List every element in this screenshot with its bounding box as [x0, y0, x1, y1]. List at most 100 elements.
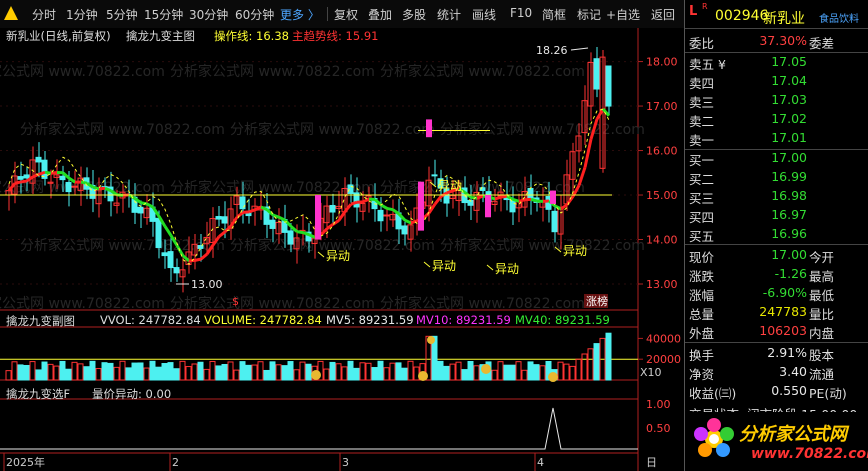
add-watchlist-button[interactable]: +自选	[606, 6, 640, 23]
period-tab-1min[interactable]: 1分钟	[66, 6, 98, 23]
stats-button[interactable]: 统计	[437, 6, 461, 23]
money-bag-icon	[311, 370, 321, 380]
volume-value: VOLUME: 247782.84	[204, 313, 322, 327]
trend-line-segment	[392, 208, 400, 216]
period-tab-30min[interactable]: 30分钟	[189, 6, 228, 23]
candle-body	[527, 187, 534, 200]
sell-level-1: 卖一 17.01	[685, 129, 868, 148]
row-label: 买一	[689, 153, 715, 168]
stat-row-4: 外盘 106203 内盘	[685, 322, 868, 341]
date-axis-label: 2025年	[6, 455, 45, 469]
volume-bar	[335, 363, 342, 381]
row-label: 换手	[689, 348, 715, 363]
main-chart-title: 新乳业(日线,前复权)	[6, 29, 111, 43]
main-indicator-name[interactable]: 擒龙九变主图	[126, 28, 195, 44]
candle-body	[329, 204, 336, 213]
money-bag-icon	[481, 364, 491, 374]
high-price-label: 18.26	[536, 44, 568, 57]
sector-tag[interactable]: 食品饮料	[819, 10, 859, 25]
highlight-candle	[418, 181, 424, 231]
trend-line-segment	[80, 180, 88, 185]
price-axis-label: 16.00	[646, 145, 678, 158]
stock-code: 002946	[715, 8, 769, 24]
watermark-text: 分析家公式网 www.70822.com	[380, 295, 585, 312]
volume-bar	[209, 360, 216, 381]
simple-frame-button[interactable]: 简框	[542, 6, 566, 23]
weicha-label: 委差	[809, 36, 835, 51]
watermark-text: 分析家公式网 www.70822.com	[440, 237, 645, 254]
volume-bar	[557, 361, 564, 381]
period-tab-15min[interactable]: 15分钟	[144, 6, 183, 23]
overlay-button[interactable]: 叠加	[368, 6, 392, 23]
row-value: 17.05	[771, 54, 807, 69]
trend-line-segment	[278, 215, 286, 222]
watermark-text: 分析家公式网 www.70822.com	[0, 63, 165, 80]
vol-axis-label: 40000	[646, 332, 681, 345]
candle-body	[377, 209, 384, 222]
volume-bar	[281, 365, 288, 381]
volume-bar	[215, 365, 222, 381]
sel-signal-line	[0, 407, 638, 450]
back-button[interactable]: 返回	[651, 6, 675, 23]
row-label-2: 今开	[809, 250, 835, 265]
period-tab-60min[interactable]: 60分钟	[235, 6, 274, 23]
period-tab-fenshi[interactable]: 分时	[32, 6, 56, 23]
volume-bar	[329, 361, 336, 381]
trend-line-segment	[200, 252, 208, 261]
sel-indicator-name[interactable]: 擒龙九变选F	[6, 386, 70, 402]
volume-bar	[581, 353, 588, 381]
sel-value: 量价异动: 0.00	[92, 387, 172, 401]
trend-line-segment	[146, 202, 154, 209]
volume-bar	[251, 364, 258, 381]
weibi-value: 37.30%	[759, 33, 807, 48]
fuquan-button[interactable]: 复权	[334, 6, 358, 23]
yidong-label: 异动	[563, 244, 587, 258]
sel-axis-label: 0.50	[646, 422, 671, 435]
draw-line-button[interactable]: 画线	[472, 6, 496, 23]
price-axis-label: 17.00	[646, 100, 678, 113]
vol-axis-label: 20000	[646, 353, 681, 366]
volume-bar	[533, 364, 540, 381]
watermark-text: 分析家公式网 www.70822.com	[20, 237, 225, 254]
volume-bar	[191, 363, 198, 381]
trend-line-segment	[254, 205, 262, 212]
volume-bar	[323, 368, 330, 381]
mark-button[interactable]: 标记	[577, 6, 601, 23]
row-value: 17.00	[771, 150, 807, 165]
row-label: 涨幅	[689, 288, 715, 303]
f10-button[interactable]: F10	[510, 6, 532, 20]
volume-bar	[527, 361, 534, 381]
yidong-label: 异动	[432, 259, 456, 273]
more-periods-button[interactable]: 更多 〉	[280, 6, 320, 23]
period-tab-5min[interactable]: 5分钟	[106, 6, 138, 23]
candle-body	[35, 156, 42, 163]
candle-body	[65, 181, 72, 193]
volume-bar	[575, 358, 582, 381]
volume-bar	[107, 362, 114, 381]
stat-row-0: 现价 17.00 今开	[685, 246, 868, 265]
volume-bar	[239, 361, 246, 381]
row-label-2: 股本	[809, 348, 835, 363]
kline-chart[interactable]: 分析家公式网 www.70822.com 分析家公式网 www.70822.com…	[0, 28, 684, 471]
candle-body	[215, 216, 222, 220]
sell-level-5: 卖五 ¥ 17.05	[685, 53, 868, 72]
volume-bar	[437, 360, 444, 381]
volume-bar	[263, 369, 270, 381]
volume-bar	[515, 361, 522, 381]
row-value: 247783	[759, 304, 807, 319]
vol-indicator-name[interactable]: 擒龙九变副图	[6, 313, 75, 329]
volume-bar	[173, 368, 180, 381]
candle-body	[509, 199, 516, 213]
yidong-label: 异动	[438, 179, 462, 193]
axis-labels: 18.00 17.00 16.00 15.00 14.00 13.00 40000 20000…	[3, 56, 681, 471]
volume-bar	[29, 361, 36, 381]
trend-line-segment	[302, 231, 310, 237]
app-flag-icon[interactable]	[4, 6, 18, 20]
volume-bar	[407, 360, 414, 381]
candle-body	[161, 252, 168, 257]
trend-line-segment	[242, 210, 250, 214]
multi-stock-button[interactable]: 多股	[402, 6, 426, 23]
candle-body	[269, 219, 276, 229]
volume-bar	[593, 343, 600, 381]
candle-body	[17, 176, 24, 180]
